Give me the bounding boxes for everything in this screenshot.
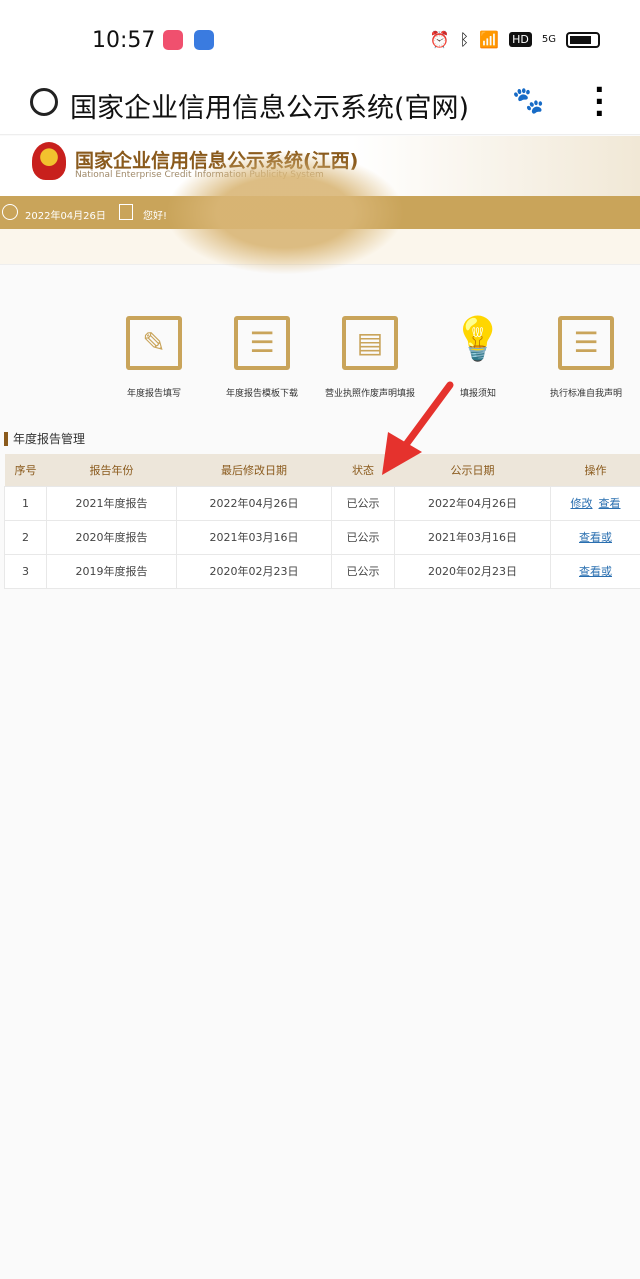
actions-cell: 查看或 <box>550 519 640 555</box>
greeting: 您好! <box>143 211 168 222</box>
template-icon: ☰ <box>234 316 290 370</box>
cell: 2021年03月16日 <box>394 519 551 555</box>
cell: 2021年03月16日 <box>176 519 332 555</box>
cell: 2020年02月23日 <box>176 553 332 589</box>
actions-cell: 查看或 <box>550 553 640 589</box>
menu-label: 年度报告填写 <box>126 389 181 399</box>
view-link[interactable]: 查看或 <box>579 565 612 578</box>
battery-icon <box>566 31 600 48</box>
inbox-icon: ▤ <box>342 316 398 370</box>
cell: 2 <box>4 519 47 555</box>
table-row: 2 2020年度报告 2021年03月16日 已公示 2021年03月16日 查看或 <box>4 519 640 555</box>
red-arrow-annotation <box>382 381 454 475</box>
edit-link[interactable]: 修改 <box>571 497 593 510</box>
national-emblem-icon <box>32 142 66 180</box>
browser-address-bar[interactable]: 国家企业信用信息公示系统(官网) 🐾 · · · <box>0 76 640 135</box>
page-title[interactable]: 国家企业信用信息公示系统(官网) <box>70 86 469 125</box>
actions-cell: 修改 查看 <box>550 485 640 521</box>
menu-standard-declaration[interactable]: ☰ 执行标准自我声明 <box>532 316 640 399</box>
document-icon: ☰ <box>558 316 614 370</box>
cell: 1 <box>4 485 47 521</box>
current-date: 2022年04月26日 <box>25 211 106 222</box>
table-row: 3 2019年度报告 2020年02月23日 已公示 2020年02月23日 查看或 <box>4 553 640 589</box>
video-app-icon <box>163 30 183 50</box>
menu-annual-report-fill[interactable]: ✎ 年度报告填写 <box>100 316 208 399</box>
signal-icon: 5G <box>541 34 556 45</box>
search-icon[interactable] <box>30 88 58 116</box>
baidu-paw-icon[interactable]: 🐾 <box>512 86 544 116</box>
function-menu: ✎ 年度报告填写 ☰ 年度报告模板下载 ▤ 营业执照作废声明填报 💡 填报须知 ☰ 执行标… <box>100 316 640 399</box>
lightbulb-icon: 💡 <box>451 314 505 363</box>
cell: 2019年度报告 <box>46 553 177 589</box>
menu-label: 填报须知 <box>459 389 496 399</box>
cell: 2022年04月26日 <box>176 485 332 521</box>
cell: 已公示 <box>331 553 395 589</box>
col-header: 序号 <box>4 454 47 486</box>
cell: 已公示 <box>331 519 395 555</box>
menu-label: 年度报告模板下载 <box>225 389 298 399</box>
view-link[interactable]: 查看 <box>599 497 621 510</box>
col-header: 操作 <box>550 454 640 486</box>
redaction-smear <box>165 150 405 275</box>
cell: 3 <box>4 553 47 589</box>
cell: 2021年度报告 <box>46 485 177 521</box>
more-icon[interactable]: · · · <box>594 76 605 128</box>
menu-template-download[interactable]: ☰ 年度报告模板下载 <box>208 316 316 399</box>
menu-label: 执行标准自我声明 <box>549 389 622 399</box>
section-title: 年度报告管理 <box>4 432 85 446</box>
clock-icon <box>2 204 18 220</box>
view-link[interactable]: 查看或 <box>579 531 612 544</box>
status-bar: 10:57 ⏰ ᛒ 📶 HD 5G <box>0 0 640 80</box>
cell: 已公示 <box>331 485 395 521</box>
user-icon <box>119 204 133 220</box>
col-header: 报告年份 <box>46 454 177 486</box>
hd-icon: HD <box>509 32 532 47</box>
app-notification-icon <box>194 30 214 50</box>
cell: 2020年02月23日 <box>394 553 551 589</box>
report-table: 序号 报告年份 最后修改日期 状态 公示日期 操作 1 2021年度报告 2022年… <box>4 454 640 589</box>
table-row: 1 2021年度报告 2022年04月26日 已公示 2022年04月26日 修改 查看 <box>4 485 640 521</box>
wifi-icon: 📶 <box>479 30 500 49</box>
cell: 2022年04月26日 <box>394 485 551 521</box>
bluetooth-icon: ᛒ <box>459 30 470 49</box>
col-header: 最后修改日期 <box>176 454 332 486</box>
alarm-icon: ⏰ <box>429 30 450 49</box>
pencil-icon: ✎ <box>126 316 182 370</box>
cell: 2020年度报告 <box>46 519 177 555</box>
clock: 10:57 <box>92 28 156 53</box>
